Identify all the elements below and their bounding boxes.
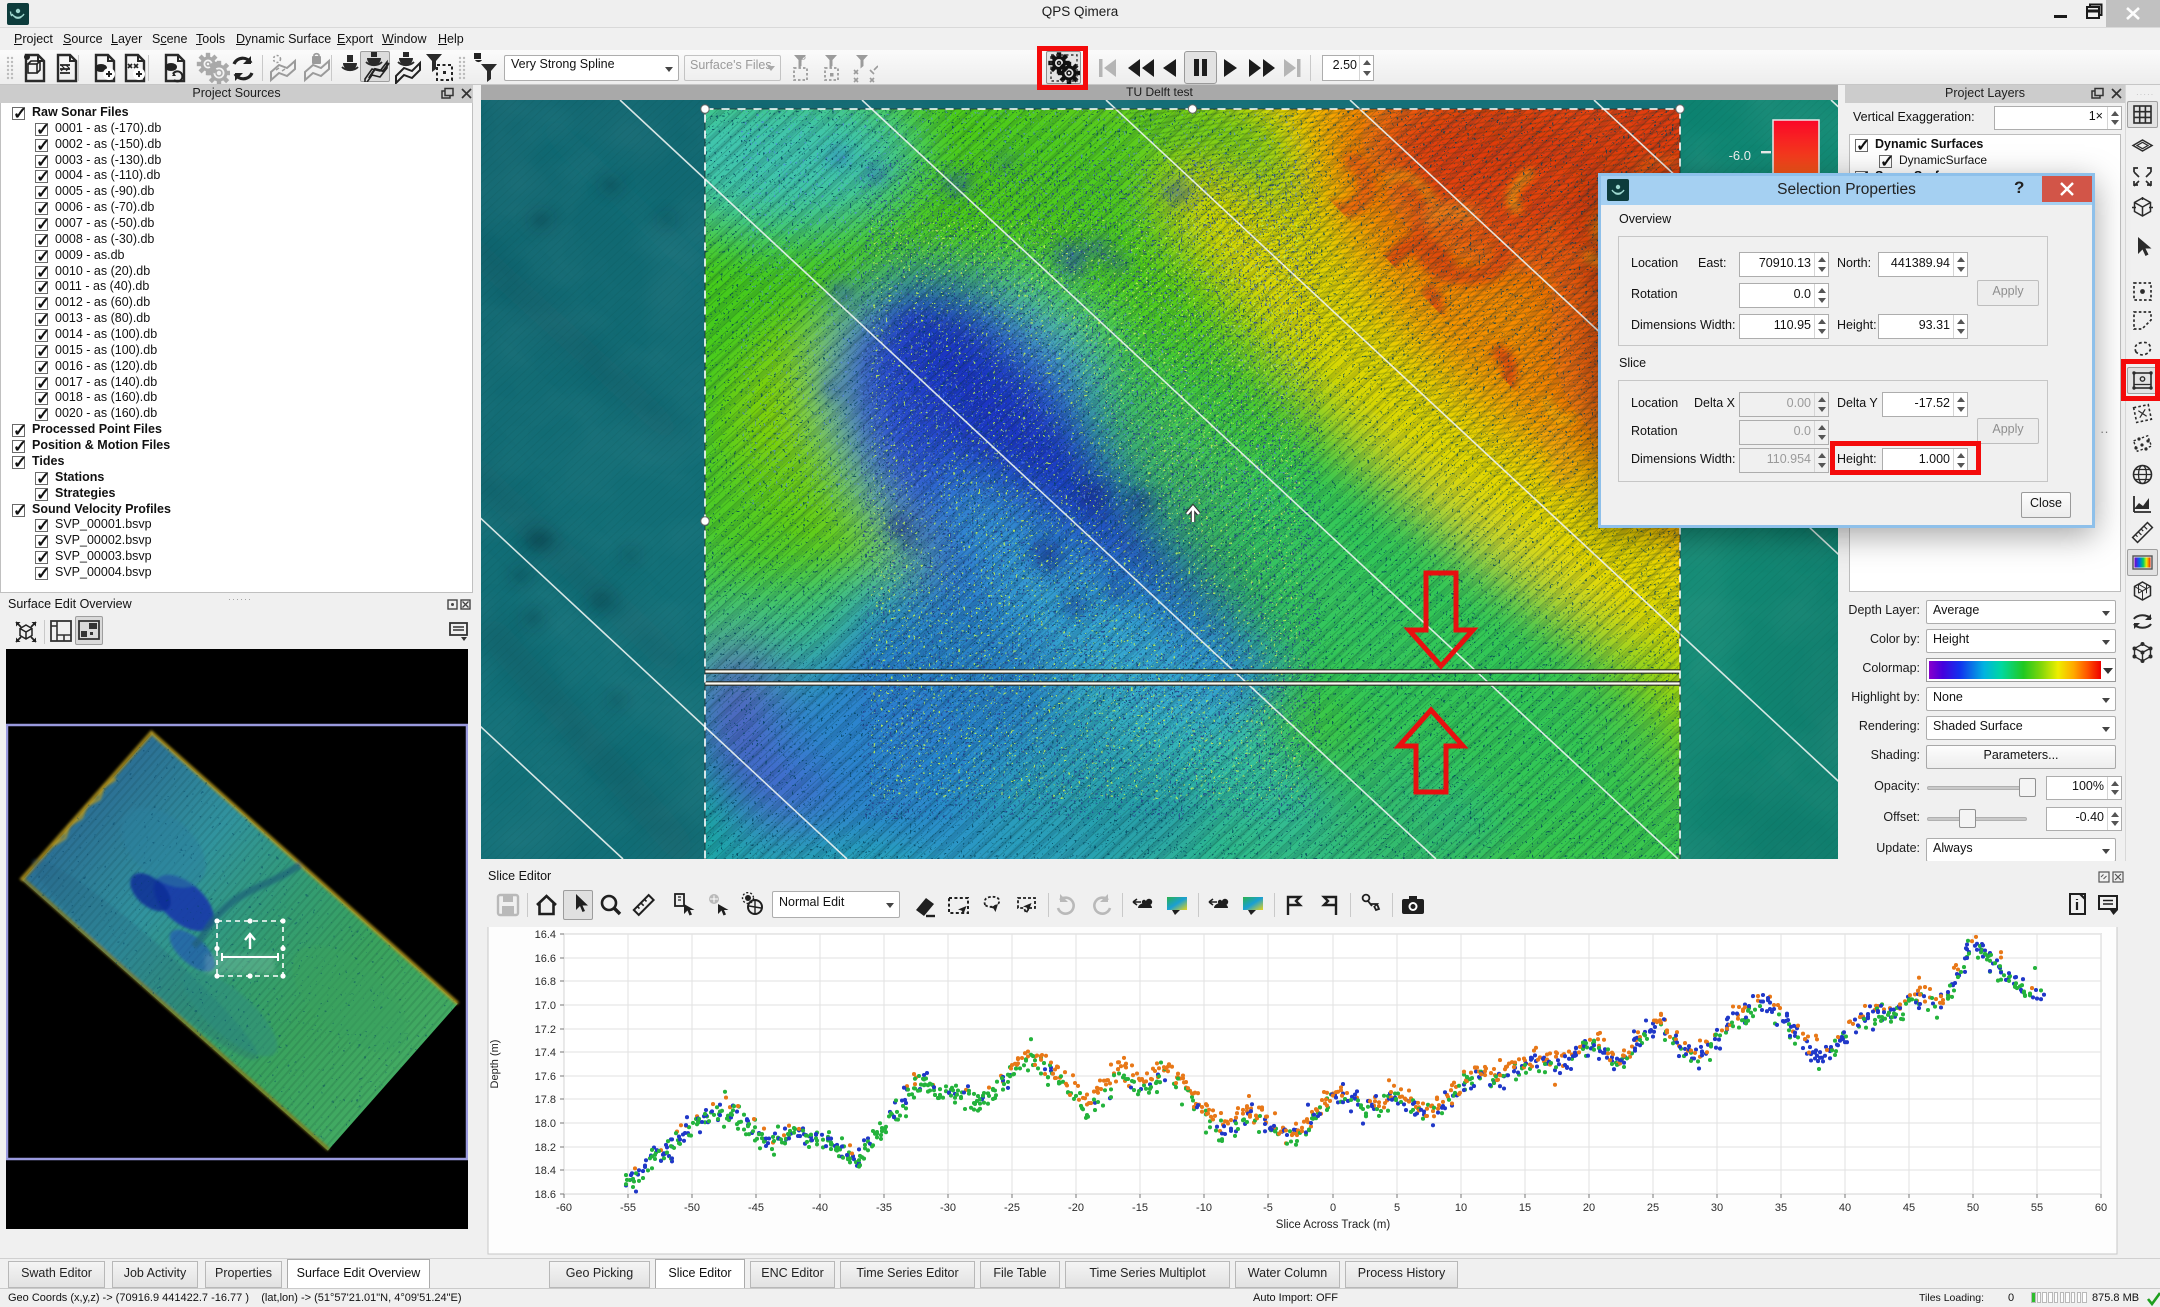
svg-text:-10: -10 <box>1196 1202 1212 1214</box>
svg-text:18.6: 18.6 <box>535 1189 556 1201</box>
svg-text:25: 25 <box>1647 1202 1659 1214</box>
svg-text:-30: -30 <box>940 1202 956 1214</box>
svg-text:17.8: 17.8 <box>535 1094 556 1106</box>
svg-text:17.2: 17.2 <box>535 1024 556 1036</box>
svg-text:P: P <box>800 54 806 64</box>
svg-text:18.0: 18.0 <box>535 1118 556 1130</box>
svg-text:20: 20 <box>1583 1202 1595 1214</box>
svg-text:-50: -50 <box>684 1202 700 1214</box>
svg-text:50: 50 <box>1967 1202 1979 1214</box>
svg-text:55: 55 <box>2031 1202 2043 1214</box>
svg-text:Slice Across Track (m): Slice Across Track (m) <box>1276 1219 1391 1231</box>
svg-text:15: 15 <box>1519 1202 1531 1214</box>
svg-text:35: 35 <box>1775 1202 1787 1214</box>
svg-text:Depth (m): Depth (m) <box>489 1040 501 1089</box>
svg-text:16.4: 16.4 <box>535 929 556 941</box>
svg-text:-15: -15 <box>1132 1202 1148 1214</box>
svg-text:-45: -45 <box>748 1202 764 1214</box>
svg-text:30: 30 <box>1711 1202 1723 1214</box>
svg-text:-40: -40 <box>812 1202 828 1214</box>
svg-text:40: 40 <box>1839 1202 1851 1214</box>
svg-text:16.8: 16.8 <box>535 976 556 988</box>
svg-text:17.4: 17.4 <box>535 1047 556 1059</box>
svg-text:18.4: 18.4 <box>535 1165 556 1177</box>
svg-text:17.6: 17.6 <box>535 1071 556 1083</box>
svg-text:45: 45 <box>1903 1202 1915 1214</box>
svg-text:5: 5 <box>1394 1202 1400 1214</box>
svg-text:-20: -20 <box>1068 1202 1084 1214</box>
svg-text:-35: -35 <box>876 1202 892 1214</box>
svg-text:-60: -60 <box>556 1202 572 1214</box>
svg-text:60: 60 <box>2095 1202 2107 1214</box>
svg-text:17.0: 17.0 <box>535 1000 556 1012</box>
svg-text:-55: -55 <box>620 1202 636 1214</box>
svg-text:10: 10 <box>1455 1202 1467 1214</box>
svg-text:-25: -25 <box>1004 1202 1020 1214</box>
svg-text:0: 0 <box>1330 1202 1336 1214</box>
svg-text:18.2: 18.2 <box>535 1142 556 1154</box>
svg-text:-5: -5 <box>1263 1202 1273 1214</box>
svg-text:16.6: 16.6 <box>535 953 556 965</box>
svg-text:-6.0: -6.0 <box>1729 148 1751 163</box>
